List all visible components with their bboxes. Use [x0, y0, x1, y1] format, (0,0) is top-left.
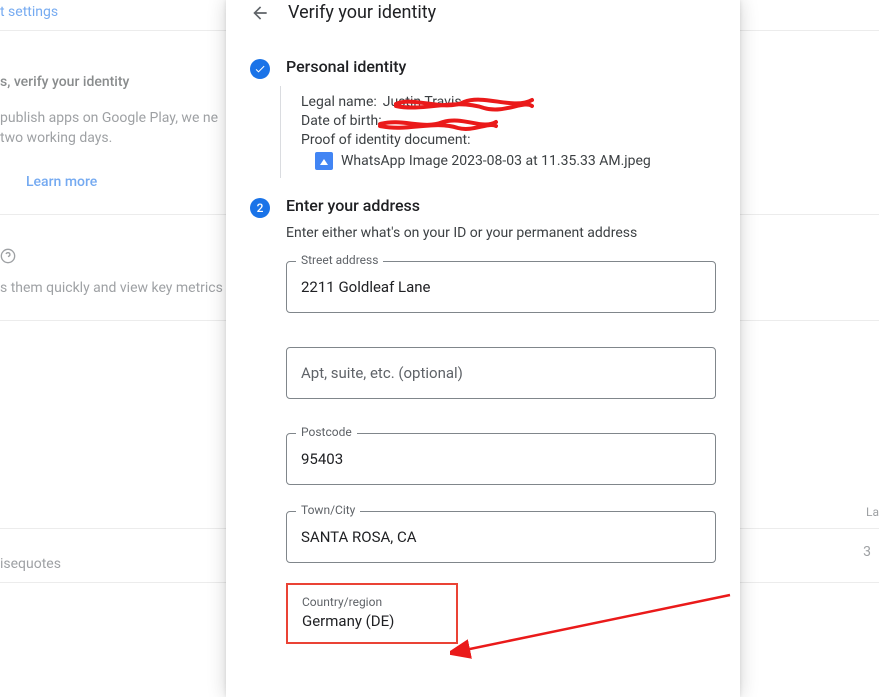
step-1-check-icon	[250, 59, 270, 79]
bg-la-text: La	[866, 505, 879, 519]
bg-isequotes-text: isequotes	[0, 556, 61, 572]
image-file-icon	[315, 152, 333, 170]
back-arrow-icon[interactable]	[250, 3, 270, 23]
town-city-input[interactable]	[286, 511, 716, 563]
step-2-icon: 2	[250, 198, 270, 218]
help-icon	[0, 248, 16, 268]
country-region-field[interactable]: Country/region Germany (DE)	[286, 583, 458, 644]
legal-name-label: Legal name:	[301, 94, 377, 110]
bg-working-text: two working days.	[0, 130, 112, 146]
enter-address-heading: Enter your address	[286, 196, 716, 215]
personal-identity-heading: Personal identity	[286, 57, 716, 76]
dob-label: Date of birth:	[301, 113, 382, 129]
bg-verify-text: s, verify your identity	[0, 74, 129, 90]
town-city-label: Town/City	[296, 503, 360, 517]
bg-settings-link: t settings	[0, 4, 58, 20]
proof-file-name: WhatsApp Image 2023-08-03 at 11.35.33 AM…	[341, 153, 651, 169]
street-address-label: Street address	[296, 253, 383, 267]
address-hint: Enter either what's on your ID or your p…	[286, 225, 716, 241]
postcode-label: Postcode	[296, 425, 357, 439]
dialog-title: Verify your identity	[288, 2, 436, 23]
apt-suite-input[interactable]	[286, 347, 716, 399]
bg-learn-more-link[interactable]: Learn more	[26, 174, 97, 190]
proof-label: Proof of identity document:	[301, 132, 471, 148]
country-region-label: Country/region	[302, 595, 442, 609]
street-address-input[interactable]	[286, 261, 716, 313]
postcode-input[interactable]	[286, 433, 716, 485]
bg-publish-text: publish apps on Google Play, we ne	[0, 110, 218, 126]
bg-three-text: 3	[863, 544, 871, 560]
verify-identity-dialog: Verify your identity Personal identity L…	[226, 0, 740, 697]
bg-metrics-text: s them quickly and view key metrics	[0, 280, 223, 296]
country-region-value: Germany (DE)	[302, 612, 442, 630]
legal-name-value: Justin Travis	[383, 94, 462, 110]
